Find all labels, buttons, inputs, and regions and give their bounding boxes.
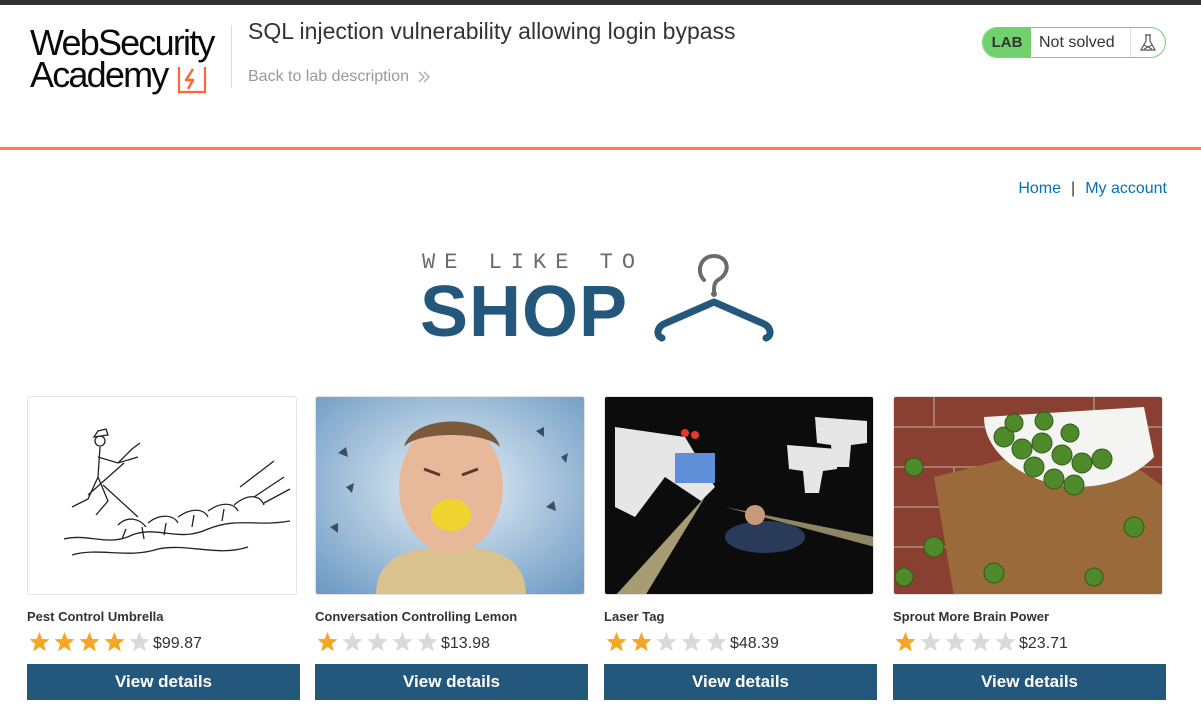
- coat-hanger-icon: [654, 253, 774, 342]
- banner-headline: SHOP: [420, 272, 629, 352]
- product-card: Conversation Controlling Lemon $13.98 Vi…: [315, 396, 588, 700]
- umbrella-sketch-image[interactable]: [27, 396, 297, 595]
- product-name: Pest Control Umbrella: [27, 609, 164, 624]
- product-rating-row: $13.98: [315, 629, 588, 655]
- star-filled-icon: [606, 632, 627, 652]
- product-name: Sprout More Brain Power: [893, 609, 1050, 624]
- star-rating: [893, 630, 1018, 654]
- lab-status-text: Not solved: [1039, 33, 1115, 51]
- header-divider: [231, 25, 232, 88]
- logo-text-line2: Academy: [30, 54, 169, 95]
- view-details-button[interactable]: View details: [27, 664, 300, 700]
- product-name: Conversation Controlling Lemon: [315, 609, 518, 624]
- view-details-button[interactable]: View details: [893, 664, 1166, 700]
- lab-title: SQL injection vulnerability allowing log…: [248, 18, 736, 44]
- star-filled-icon: [104, 632, 125, 652]
- star-filled-icon: [54, 632, 75, 652]
- star-filled-icon: [29, 632, 50, 652]
- star-empty-icon: [681, 632, 702, 652]
- lab-label: LAB: [983, 28, 1031, 57]
- star-filled-icon: [895, 632, 916, 652]
- product-price: $13.98: [441, 635, 490, 652]
- man-with-lemon-image[interactable]: [315, 396, 585, 595]
- product-price: $48.39: [730, 635, 779, 652]
- product-rating-row: $23.71: [893, 629, 1166, 655]
- product-card: Laser Tag $48.39 View details: [604, 396, 877, 700]
- lab-status-badge: LAB Not solved: [982, 27, 1166, 58]
- star-empty-icon: [129, 632, 150, 652]
- brussels-sprouts-image[interactable]: [893, 396, 1163, 595]
- star-empty-icon: [392, 632, 413, 652]
- star-filled-icon: [631, 632, 652, 652]
- laser-tag-image[interactable]: [604, 396, 874, 595]
- view-details-button[interactable]: View details: [315, 664, 588, 700]
- product-rating-row: $48.39: [604, 629, 877, 655]
- star-empty-icon: [656, 632, 677, 652]
- logo-lightning-icon: [177, 67, 207, 94]
- star-empty-icon: [342, 632, 363, 652]
- product-price: $99.87: [153, 635, 202, 652]
- star-empty-icon: [706, 632, 727, 652]
- back-link-label: Back to lab description: [248, 68, 409, 85]
- star-empty-icon: [367, 632, 388, 652]
- star-filled-icon: [79, 632, 100, 652]
- header-rule: [0, 147, 1201, 150]
- product-card: Pest Control Umbrella $99.87 View detail…: [27, 396, 300, 700]
- web-security-academy-logo[interactable]: WebSecurity Academy: [28, 23, 228, 98]
- view-details-button[interactable]: View details: [604, 664, 877, 700]
- my-account-link[interactable]: My account: [1085, 180, 1167, 198]
- star-empty-icon: [970, 632, 991, 652]
- star-rating: [315, 630, 440, 654]
- product-name: Laser Tag: [604, 609, 665, 624]
- we-like-to-shop-banner: WE LIKE TO SHOP: [420, 250, 780, 352]
- product-price: $23.71: [1019, 635, 1068, 652]
- product-card: Sprout More Brain Power $23.71 View deta…: [893, 396, 1166, 700]
- top-nav: Home | My account: [1018, 180, 1167, 198]
- flask-icon: [1130, 28, 1165, 57]
- star-empty-icon: [995, 632, 1016, 652]
- star-empty-icon: [920, 632, 941, 652]
- nav-separator: |: [1071, 180, 1076, 197]
- star-rating: [604, 630, 729, 654]
- star-filled-icon: [317, 632, 338, 652]
- star-empty-icon: [417, 632, 438, 652]
- product-rating-row: $99.87: [27, 629, 300, 655]
- top-bar: [0, 0, 1201, 5]
- star-empty-icon: [945, 632, 966, 652]
- back-to-lab-description-link[interactable]: Back to lab description: [248, 68, 431, 86]
- star-rating: [27, 630, 152, 654]
- home-link[interactable]: Home: [1018, 180, 1061, 198]
- double-chevron-right-icon: [418, 71, 430, 83]
